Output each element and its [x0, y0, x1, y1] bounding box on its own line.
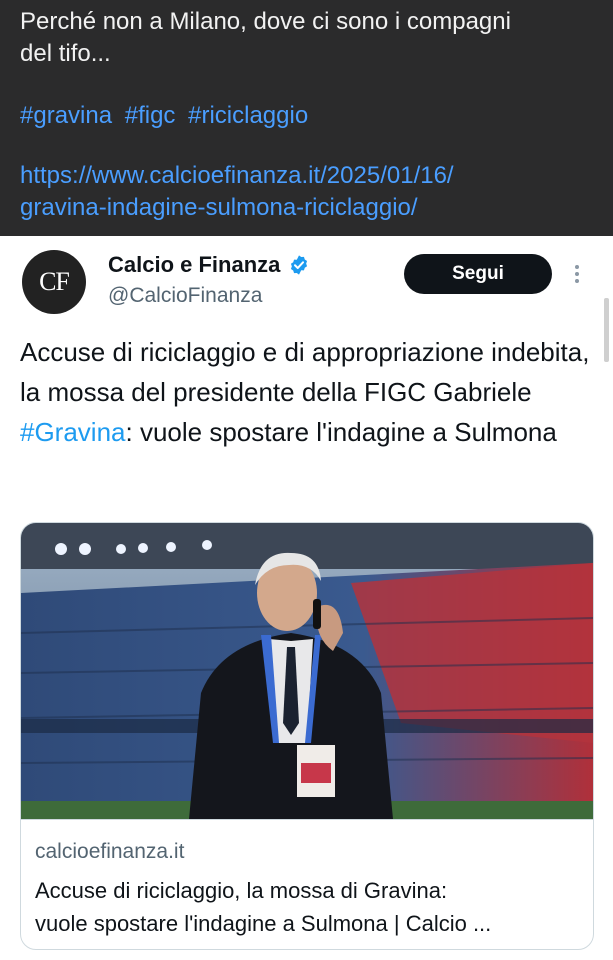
tweet-hashtag-link[interactable]: #Gravina: [20, 417, 126, 447]
author-name-row: Calcio e Finanza: [108, 252, 310, 278]
author-name[interactable]: Calcio e Finanza: [108, 252, 280, 278]
scrollbar[interactable]: [604, 298, 609, 362]
card-title: Accuse di riciclaggio, la mossa di Gravi…: [35, 874, 583, 940]
author-handle[interactable]: @CalcioFinanza: [108, 284, 262, 308]
verified-badge-icon: [291, 255, 308, 275]
article-url-link[interactable]: https://www.calcioefinanza.it/2025/01/16…: [20, 160, 454, 224]
link-preview-card[interactable]: calcioefinanza.it Accuse di riciclaggio,…: [20, 522, 594, 950]
post-text-line: Perché non a Milano, dove ci sono i comp…: [20, 8, 511, 35]
avatar[interactable]: CF: [22, 250, 86, 314]
url-line: https://www.calcioefinanza.it/2025/01/16…: [20, 162, 454, 189]
hashtag-link[interactable]: #gravina: [20, 102, 112, 129]
hashtag-link[interactable]: #figc: [125, 102, 176, 129]
quoted-post-area: Perché non a Milano, dove ci sono i comp…: [0, 0, 613, 236]
article-photo: [21, 523, 593, 819]
card-footer: calcioefinanza.it Accuse di riciclaggio,…: [21, 819, 593, 949]
tweet-text: Accuse di riciclaggio e di appropriazion…: [20, 332, 600, 452]
avatar-logo-text: CF: [39, 267, 70, 296]
card-title-line: vuole spostare l'indagine a Sulmona | Ca…: [35, 911, 492, 936]
embedded-tweet: CF Calcio e Finanza @CalcioFinanza Segui…: [0, 236, 613, 960]
url-line: gravina-indagine-sulmona-riciclaggio/: [20, 194, 418, 221]
more-options-icon[interactable]: [570, 262, 584, 290]
follow-button[interactable]: Segui: [404, 254, 552, 294]
post-text: Perché non a Milano, dove ci sono i comp…: [20, 6, 600, 70]
post-text-line: del tifo...: [20, 40, 111, 67]
post-hashtags: #gravina #figc #riciclaggio: [20, 100, 314, 132]
hashtag-link[interactable]: #riciclaggio: [188, 102, 308, 129]
tweet-text-part: : vuole spostare l'indagine a Sulmona: [125, 417, 557, 447]
card-domain: calcioefinanza.it: [35, 840, 185, 863]
card-title-line: Accuse di riciclaggio, la mossa di Gravi…: [35, 878, 448, 903]
tweet-text-part: Accuse di riciclaggio e di appropriazion…: [20, 337, 590, 407]
